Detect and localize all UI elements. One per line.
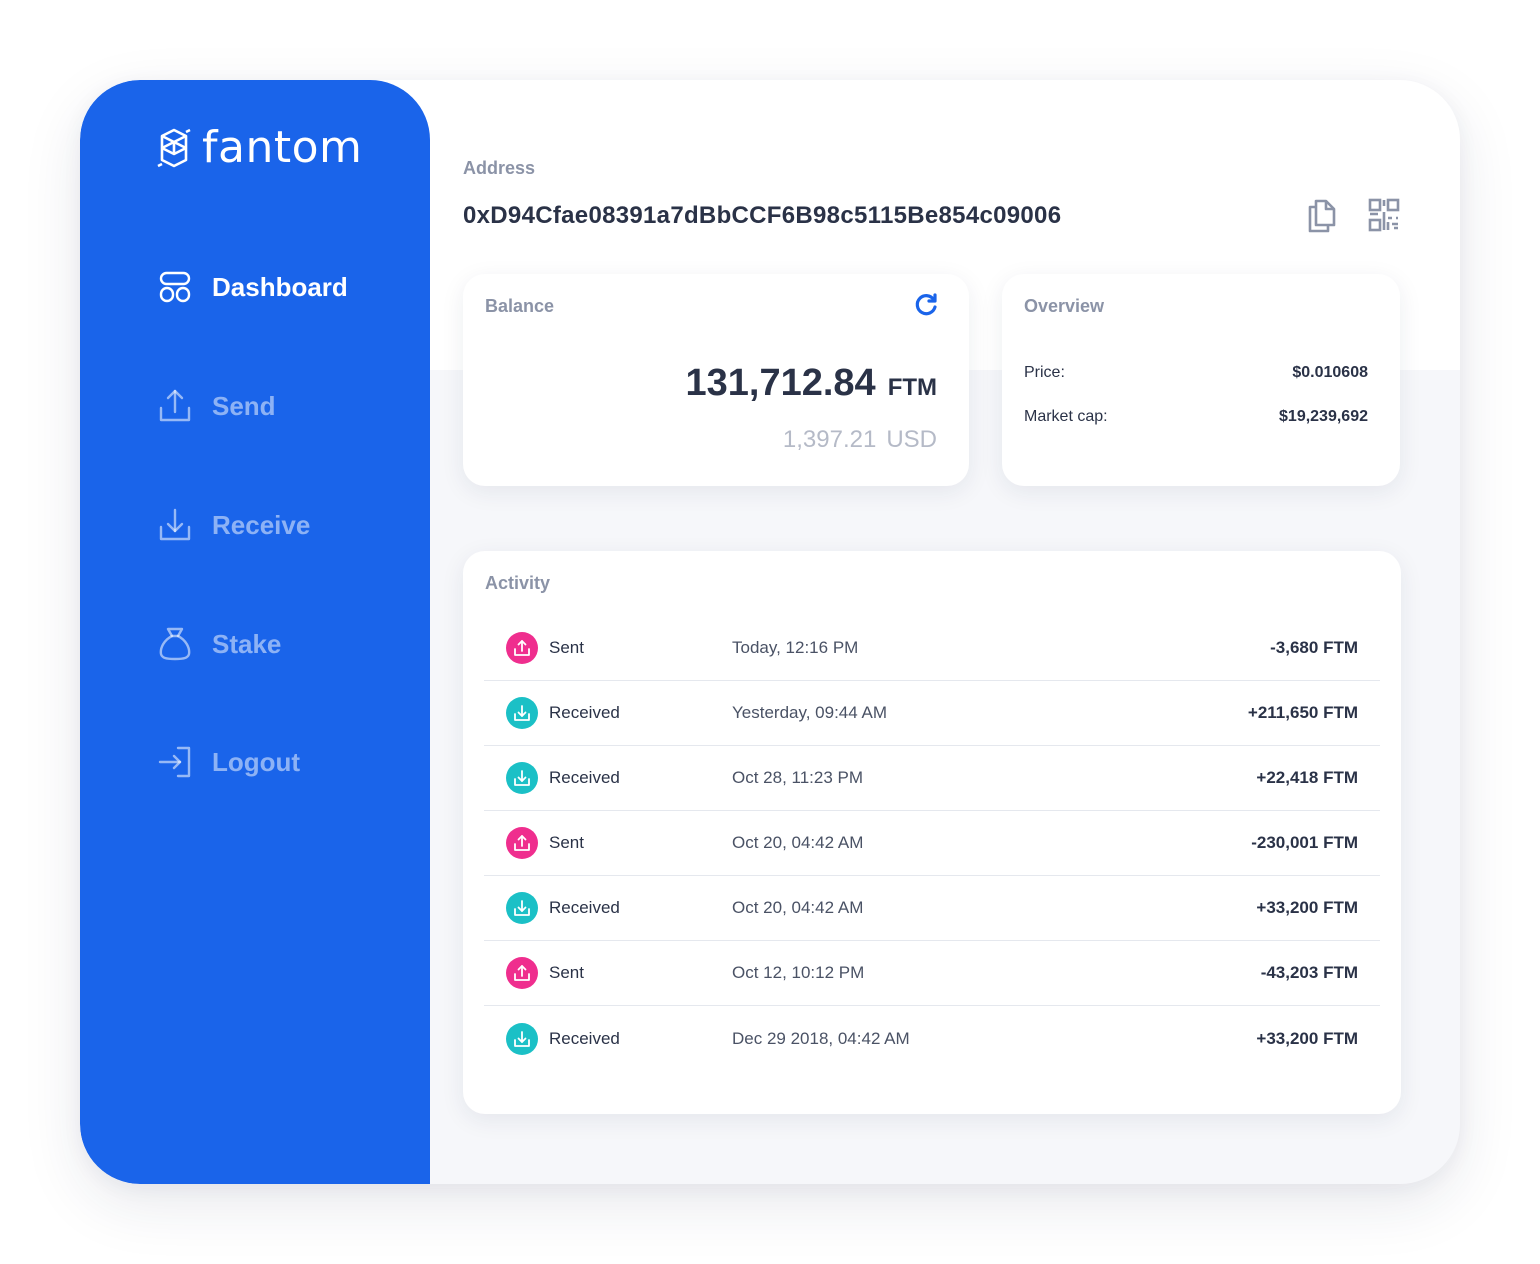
balance-amount: 131,712.84 FTM xyxy=(686,362,938,405)
copy-icon xyxy=(1306,197,1338,233)
activity-amount: -3,680 FTM xyxy=(1270,638,1358,657)
activity-amount: +33,200 FTM xyxy=(1256,1028,1358,1048)
received-icon xyxy=(506,762,538,794)
activity-amount: +22,418 FTM xyxy=(1256,768,1358,787)
upload-icon xyxy=(158,388,192,424)
balance-usd-unit: USD xyxy=(886,426,937,453)
sidebar-item-stake[interactable]: Stake xyxy=(158,626,281,662)
balance-unit: FTM xyxy=(887,374,937,401)
sidebar-item-label: Stake xyxy=(212,628,282,659)
activity-date: Oct 28, 11:23 PM xyxy=(732,768,864,787)
sidebar-item-dashboard[interactable]: Dashboard xyxy=(158,270,348,304)
market-cap-label: Market cap: xyxy=(1024,408,1108,425)
sidebar-item-label: Receive xyxy=(212,509,311,540)
sidebar-item-label: Dashboard xyxy=(212,271,348,302)
activity-row[interactable]: Sent Oct 20, 04:42 AM -230,001 FTM xyxy=(484,811,1380,876)
activity-type: Received xyxy=(549,768,620,787)
activity-amount: -230,001 FTM xyxy=(1251,833,1358,852)
brand-logo[interactable]: fantom xyxy=(156,122,362,173)
overview-card: Overview Price: $0.010608 Market cap: $1… xyxy=(1002,274,1400,486)
overview-title: Overview xyxy=(1024,296,1105,316)
activity-row[interactable]: Received Oct 20, 04:42 AM +33,200 FTM xyxy=(484,876,1380,941)
activity-row[interactable]: Received Oct 28, 11:23 PM +22,418 FTM xyxy=(484,746,1380,811)
activity-date: Oct 12, 10:12 PM xyxy=(732,963,865,982)
activity-amount: +211,650 FTM xyxy=(1247,703,1358,722)
balance-usd: 1,397.21 USD xyxy=(783,426,937,454)
fantom-logo-icon xyxy=(156,126,192,170)
sidebar-item-receive[interactable]: Receive xyxy=(158,507,310,543)
activity-date: Oct 20, 04:42 AM xyxy=(732,898,864,917)
sidebar: fantom Dashboard Send Receive Stake Logo… xyxy=(80,80,430,1184)
activity-date: Oct 20, 04:42 AM xyxy=(732,833,864,852)
received-icon xyxy=(506,1022,538,1055)
received-icon xyxy=(506,697,538,729)
address-label: Address xyxy=(463,158,536,178)
activity-type: Sent xyxy=(549,833,584,852)
activity-row[interactable]: Sent Oct 12, 10:12 PM -43,203 FTM xyxy=(484,941,1380,1006)
money-bag-icon xyxy=(158,626,192,662)
sidebar-item-send[interactable]: Send xyxy=(158,388,276,424)
price-value: $0.010608 xyxy=(1292,364,1368,381)
activity-row[interactable]: Received Dec 29 2018, 04:42 AM +33,200 F… xyxy=(484,1006,1380,1071)
activity-date: Yesterday, 09:44 AM xyxy=(732,703,887,722)
price-label: Price: xyxy=(1024,364,1065,381)
balance-usd-value: 1,397.21 xyxy=(782,426,877,453)
sidebar-item-label: Logout xyxy=(212,746,301,777)
activity-row[interactable]: Received Yesterday, 09:44 AM +211,650 FT… xyxy=(484,681,1380,746)
activity-type: Sent xyxy=(549,963,584,982)
qr-code-icon xyxy=(1367,197,1401,233)
balance-value: 131,712.84 xyxy=(685,362,876,404)
activity-type: Received xyxy=(549,703,620,722)
balance-title: Balance xyxy=(485,296,555,316)
wallet-address[interactable]: 0xD94Cfae08391a7dBbCCF6B98c5115Be854c090… xyxy=(463,202,1061,230)
activity-list: Sent Today, 12:16 PM -3,680 FTM Received… xyxy=(484,616,1380,1071)
logout-icon xyxy=(158,745,192,779)
activity-card: Activity Sent Today, 12:16 PM -3,680 FTM… xyxy=(463,551,1401,1114)
refresh-icon xyxy=(913,292,939,318)
received-icon xyxy=(506,892,538,924)
activity-type: Sent xyxy=(549,638,584,657)
sidebar-item-logout[interactable]: Logout xyxy=(158,745,300,779)
activity-amount: -43,203 FTM xyxy=(1260,963,1358,982)
activity-title: Activity xyxy=(485,573,551,593)
activity-type: Received xyxy=(549,898,620,917)
overview-price-row: Price: $0.010608 xyxy=(1024,364,1368,382)
activity-row[interactable]: Sent Today, 12:16 PM -3,680 FTM xyxy=(484,616,1380,681)
activity-date: Today, 12:16 PM xyxy=(732,638,859,657)
download-icon xyxy=(158,507,192,543)
qr-code-button[interactable] xyxy=(1367,197,1401,233)
sent-icon xyxy=(506,632,538,664)
balance-card: Balance 131,712.84 FTM 1,397.21 USD xyxy=(463,274,969,486)
app-window: fantom Dashboard Send Receive Stake Logo… xyxy=(80,80,1460,1184)
refresh-button[interactable] xyxy=(913,292,939,318)
activity-type: Received xyxy=(549,1028,620,1048)
market-cap-value: $19,239,692 xyxy=(1279,408,1368,425)
sidebar-item-label: Send xyxy=(212,390,276,421)
brand-name: fantom xyxy=(202,122,363,173)
sent-icon xyxy=(506,957,538,989)
sent-icon xyxy=(506,827,538,859)
activity-date: Dec 29 2018, 04:42 AM xyxy=(732,1028,910,1048)
overview-marketcap-row: Market cap: $19,239,692 xyxy=(1024,408,1368,426)
dashboard-icon xyxy=(158,270,192,304)
copy-address-button[interactable] xyxy=(1306,197,1338,233)
activity-amount: +33,200 FTM xyxy=(1256,898,1358,917)
